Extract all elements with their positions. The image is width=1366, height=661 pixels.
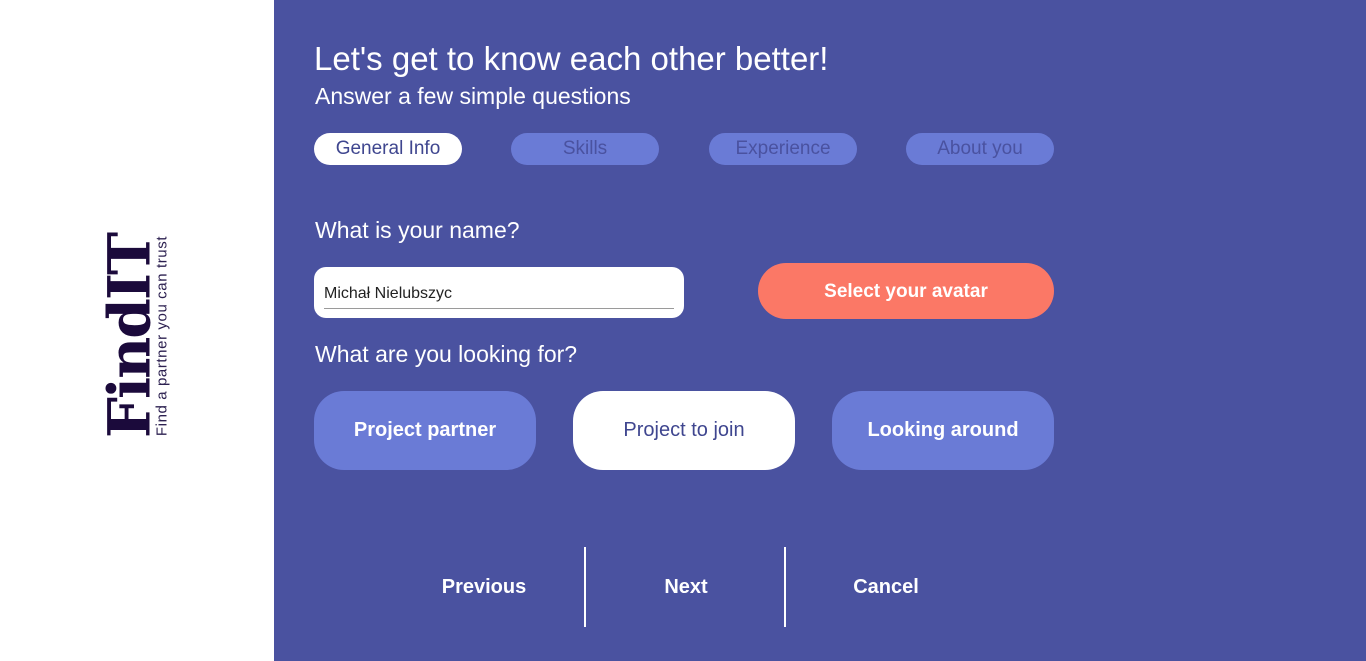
option-looking-around[interactable]: Looking around [832,391,1054,470]
tab-skills[interactable]: Skills [511,133,659,165]
tab-about-you[interactable]: About you [906,133,1054,165]
name-input[interactable] [324,280,674,309]
step-tabs: General Info Skills Experience About you [314,133,1054,165]
cancel-button[interactable]: Cancel [784,547,986,627]
select-avatar-button[interactable]: Select your avatar [758,263,1054,319]
logo: FindIT Find a partner you can trust [95,233,171,439]
page-subtitle: Answer a few simple questions [315,83,631,109]
tab-general-info[interactable]: General Info [314,133,462,165]
option-project-partner[interactable]: Project partner [314,391,536,470]
onboarding-panel: Let's get to know each other better! Ans… [274,0,1366,661]
previous-button[interactable]: Previous [384,547,584,627]
page-title: Let's get to know each other better! [314,40,829,77]
name-field-container [314,267,684,318]
tab-experience[interactable]: Experience [709,133,857,165]
logo-title: FindIT [95,233,164,439]
next-button[interactable]: Next [584,547,786,627]
app-root: FindIT Find a partner you can trust Let'… [0,0,1366,661]
sidebar: FindIT Find a partner you can trust [0,0,274,661]
wizard-navigation: Previous Next Cancel [384,547,984,627]
name-question: What is your name? [315,217,520,243]
option-project-to-join[interactable]: Project to join [573,391,795,470]
looking-for-question: What are you looking for? [315,341,578,367]
logo-tagline: Find a partner you can trust [153,235,171,437]
